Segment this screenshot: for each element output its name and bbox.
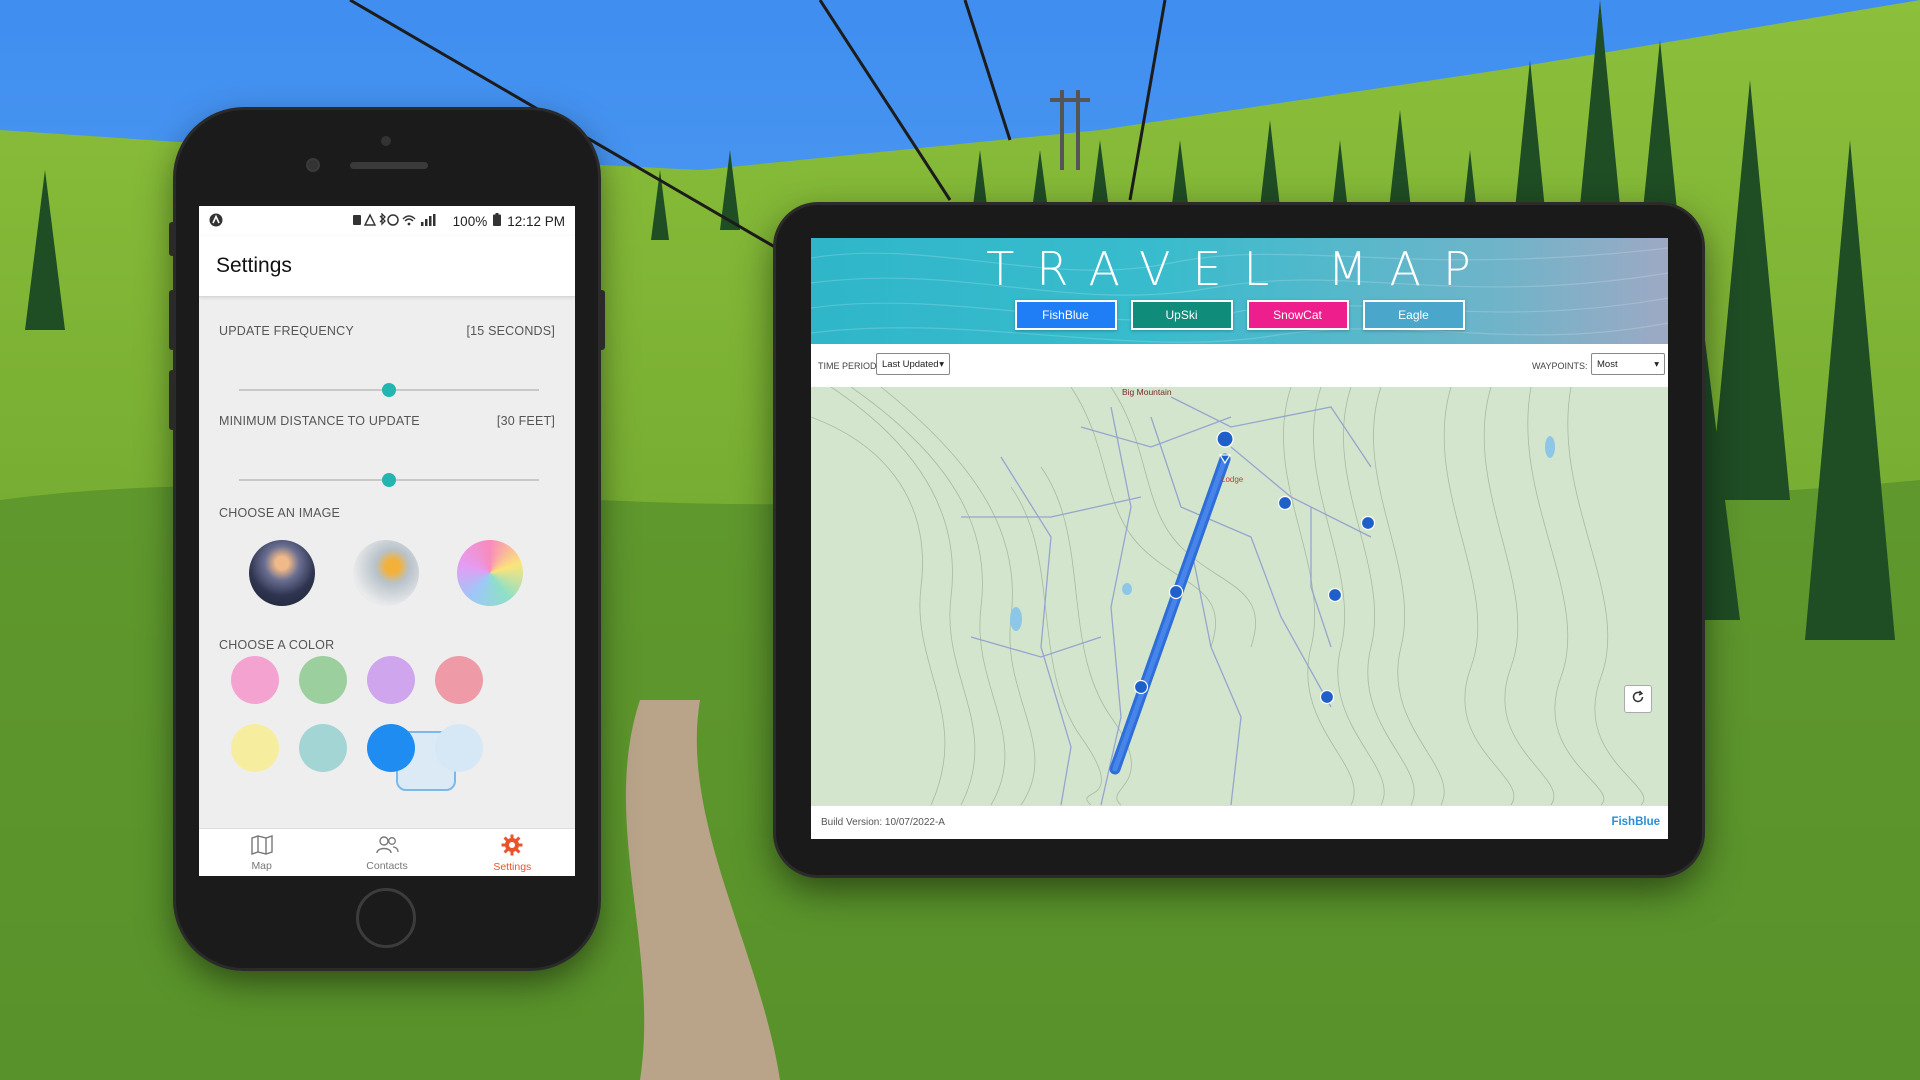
time-period-label: TIME PERIOD: [818, 361, 880, 371]
tab-contacts[interactable]: Contacts [324, 829, 449, 876]
home-button[interactable] [356, 888, 416, 948]
tab-settings[interactable]: Settings [450, 829, 575, 876]
waypoints-select[interactable]: Most ▾ [1591, 353, 1665, 375]
map-lodge-label: Lodge [1221, 475, 1244, 484]
lake-shape [1010, 607, 1022, 631]
time-period-select[interactable]: Last Updated ▾ [876, 353, 950, 375]
min-distance-setting: MINIMUM DISTANCE TO UPDATE [30 FEET] [199, 414, 575, 428]
map-place-label: Big Mountain [1122, 387, 1172, 397]
phone-volume-up [169, 290, 175, 350]
contacts-icon [375, 835, 399, 858]
update-frequency-label: UPDATE FREQUENCY [219, 324, 354, 338]
page-title: Settings [216, 254, 292, 277]
tab-settings-label: Settings [493, 860, 532, 873]
min-distance-slider-thumb[interactable] [382, 473, 396, 487]
topographic-map[interactable]: Big Mountain Lodge [811, 387, 1668, 805]
time-period-select-value: Last Updated [882, 358, 939, 370]
min-distance-slider[interactable] [239, 473, 539, 487]
color-swatch[interactable] [435, 724, 483, 772]
settings-app-bar: Settings [199, 236, 575, 297]
map-icon [250, 834, 273, 858]
status-time: 12:12 PM [507, 213, 565, 229]
refresh-icon [1631, 690, 1645, 709]
settings-gear-icon [501, 834, 523, 859]
front-camera [306, 158, 320, 172]
update-frequency-slider[interactable] [239, 383, 539, 397]
tablet-device: TRAVEL MAP FishBlue UpSki SnowCat Eagle TIM… [776, 205, 1702, 875]
color-swatch[interactable] [231, 724, 279, 772]
pond-shape [1122, 583, 1132, 595]
color-swatch[interactable] [367, 724, 415, 772]
image-option-cartoon[interactable] [353, 540, 419, 606]
user-buttons: FishBlue UpSki SnowCat Eagle [811, 300, 1668, 330]
color-swatch[interactable] [231, 656, 279, 704]
min-distance-label: MINIMUM DISTANCE TO UPDATE [219, 414, 420, 428]
update-frequency-setting: UPDATE FREQUENCY [15 SECONDS] [199, 324, 575, 338]
update-frequency-value: [15 SECONDS] [466, 324, 555, 338]
phone-mute-switch [169, 222, 175, 256]
phone-power-button [599, 290, 605, 350]
waypoints-label: WAYPOINTS: [1532, 361, 1588, 371]
choose-color-label: CHOOSE A COLOR [219, 638, 335, 652]
status-icons [351, 211, 447, 230]
image-option-mountain-sunset[interactable] [249, 540, 315, 606]
map-canvas: Big Mountain Lodge [811, 387, 1668, 805]
user-button-snowcat[interactable]: SnowCat [1246, 300, 1349, 330]
user-button-eagle[interactable]: Eagle [1362, 300, 1465, 330]
phone-volume-down [169, 370, 175, 430]
phone-device: 100% 12:12 PM Settings UPDATE FREQUENCY … [169, 110, 605, 968]
map-refresh-button[interactable] [1624, 685, 1652, 713]
map-filter-bar: TIME PERIOD: Last Updated ▾ WAYPOINTS: M… [811, 344, 1668, 388]
phone-screen: 100% 12:12 PM Settings UPDATE FREQUENCY … [199, 206, 575, 876]
choose-image-label: CHOOSE AN IMAGE [219, 506, 341, 520]
color-swatch[interactable] [299, 656, 347, 704]
color-swatch[interactable] [435, 656, 483, 704]
tab-map[interactable]: Map [199, 829, 324, 876]
min-distance-value: [30 FEET] [496, 414, 555, 428]
color-swatch[interactable] [367, 656, 415, 704]
build-version: Build Version: 10/07/2022-A [821, 817, 945, 828]
travel-map-title: TRAVEL MAP [986, 242, 1493, 296]
tab-contacts-label: Contacts [366, 859, 408, 872]
travel-map-header: TRAVEL MAP FishBlue UpSki SnowCat Eagle [811, 238, 1668, 344]
tablet-footer: Build Version: 10/07/2022-A FishBlue [811, 805, 1668, 839]
tab-map-label: Map [251, 859, 272, 872]
update-frequency-slider-thumb[interactable] [382, 383, 396, 397]
image-option-tie-dye[interactable] [457, 540, 523, 606]
user-button-fishblue[interactable]: FishBlue [1014, 300, 1117, 330]
user-button-upski[interactable]: UpSki [1130, 300, 1233, 330]
tablet-screen: TRAVEL MAP FishBlue UpSki SnowCat Eagle TIM… [811, 238, 1668, 839]
battery-icon [493, 213, 502, 229]
footer-username: FishBlue [1611, 816, 1660, 828]
phone-speaker [350, 162, 428, 169]
chevron-down-icon: ▾ [939, 358, 944, 370]
color-swatch[interactable] [299, 724, 347, 772]
pond-shape-2 [1545, 436, 1555, 458]
phone-sensor [381, 136, 391, 146]
chevron-down-icon: ▾ [1654, 358, 1659, 370]
waypoints-select-value: Most [1597, 358, 1618, 370]
app-notification-icon [209, 213, 223, 230]
bottom-tab-bar: Map Contacts Settings [199, 828, 575, 876]
battery-percent: 100% [452, 213, 488, 229]
status-bar: 100% 12:12 PM [199, 206, 575, 236]
